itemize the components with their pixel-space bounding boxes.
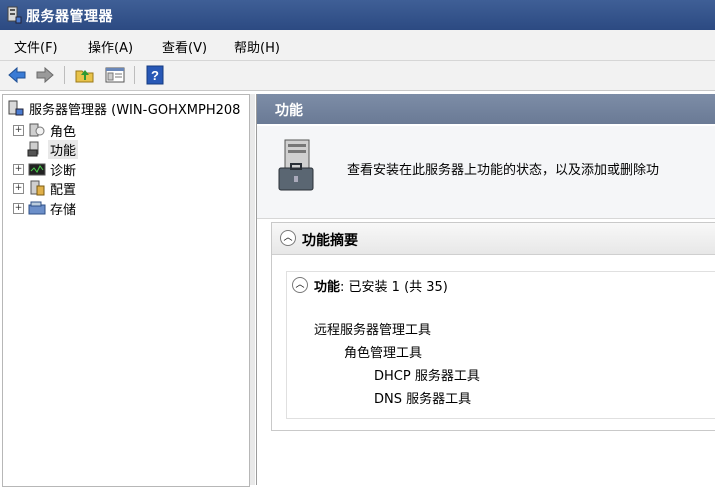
- features-description: 查看安装在此服务器上功能的状态，以及添加或删除功: [347, 163, 660, 178]
- pane-splitter[interactable]: [250, 94, 255, 485]
- server-manager-icon: [7, 6, 22, 24]
- tree-item-label: 功能: [48, 139, 79, 159]
- installed-feature: 远程服务器管理工具: [314, 323, 432, 338]
- tree-root[interactable]: 服务器管理器 (WIN-GOHXMPH208: [7, 99, 241, 118]
- collapse-chevron-icon[interactable]: ︿: [292, 277, 308, 293]
- navigation-tree: 服务器管理器 (WIN-GOHXMPH208 + 角色 功能 + 诊断 + 配置: [2, 94, 250, 487]
- expand-icon[interactable]: +: [13, 163, 24, 175]
- configuration-icon: [30, 180, 45, 196]
- expand-icon[interactable]: +: [13, 182, 24, 194]
- tree-item-roles[interactable]: + 角色: [13, 121, 77, 140]
- menu-file[interactable]: 文件(F): [14, 37, 58, 56]
- expand-icon[interactable]: +: [13, 202, 24, 214]
- tree-item-label: 存储: [50, 202, 77, 218]
- forward-icon[interactable]: [34, 65, 56, 85]
- window-title: 服务器管理器: [26, 9, 113, 25]
- features-summary-header[interactable]: ︿ 功能摘要: [272, 223, 715, 255]
- collapse-chevron-icon[interactable]: ︿: [280, 230, 296, 246]
- tree-item-label: 配置: [50, 182, 77, 198]
- menu-action[interactable]: 操作(A): [88, 37, 133, 56]
- features-icon: [27, 141, 39, 157]
- tree-item-features[interactable]: 功能: [26, 139, 79, 159]
- toolbar-separator: [64, 66, 65, 84]
- content-header: 功能: [257, 94, 715, 124]
- expand-icon[interactable]: +: [13, 124, 24, 136]
- up-folder-icon[interactable]: [74, 65, 96, 85]
- title-bar: 服务器管理器: [0, 0, 715, 30]
- installed-feature: 角色管理工具: [344, 346, 423, 361]
- tree-item-configuration[interactable]: + 配置: [13, 179, 77, 198]
- features-status-line: 功能: 已安装 1 (共 35): [314, 276, 448, 295]
- content-title: 功能: [275, 103, 303, 119]
- show-hide-tree-icon[interactable]: [104, 65, 126, 85]
- features-status: : 已安装 1 (共 35): [340, 280, 448, 295]
- installed-feature: DNS 服务器工具: [374, 392, 472, 407]
- menu-help[interactable]: 帮助(H): [234, 37, 280, 56]
- server-manager-icon: [8, 100, 24, 116]
- roles-icon: [29, 123, 45, 137]
- storage-icon: [28, 201, 46, 215]
- installed-feature: DHCP 服务器工具: [374, 369, 480, 384]
- features-banner: 查看安装在此服务器上功能的状态，以及添加或删除功: [257, 126, 715, 219]
- toolbar: ?: [0, 61, 715, 91]
- help-icon[interactable]: ?: [144, 65, 166, 85]
- tree-root-label: 服务器管理器 (WIN-GOHXMPH208: [29, 102, 241, 118]
- tree-item-diagnostics[interactable]: + 诊断: [13, 160, 77, 179]
- tree-item-label: 角色: [50, 124, 77, 140]
- toolbar-separator: [134, 66, 135, 84]
- server-toolbox-icon: [278, 139, 314, 191]
- tree-item-storage[interactable]: + 存储: [13, 199, 77, 218]
- features-label: 功能: [314, 280, 341, 295]
- content-pane: 功能 查看安装在此服务器上功能的状态，以及添加或删除功 ︿ 功能摘要 ︿ 功能:…: [256, 94, 715, 485]
- features-summary-panel: ︿ 功能摘要 ︿ 功能: 已安装 1 (共 35) 远程服务器管理工具 角色管理…: [271, 222, 715, 431]
- menu-bar: 文件(F) 操作(A) 查看(V) 帮助(H): [0, 30, 715, 61]
- tree-item-label: 诊断: [50, 163, 77, 179]
- menu-view[interactable]: 查看(V): [162, 37, 207, 56]
- section-title: 功能摘要: [302, 233, 358, 249]
- svg-text:?: ?: [151, 68, 159, 83]
- back-icon[interactable]: [6, 65, 28, 85]
- diagnostics-icon: [28, 163, 46, 176]
